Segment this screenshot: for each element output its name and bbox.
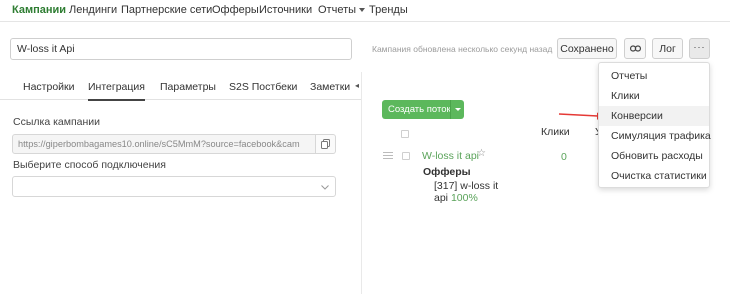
offers-label: Офферы bbox=[423, 166, 471, 178]
offer-name-line1: [317] w-loss it bbox=[434, 180, 499, 192]
offer-share-percent: 100% bbox=[450, 192, 478, 204]
campaign-tabs: Настройки Интеграция Параметры S2S Постб… bbox=[0, 72, 361, 101]
nav-affiliate-networks[interactable]: Партнерские сети bbox=[121, 4, 212, 16]
tab-s2s-postbacks[interactable]: S2S Постбеки bbox=[229, 81, 297, 93]
copy-icon bbox=[321, 139, 330, 149]
nav-landings[interactable]: Лендинги bbox=[69, 4, 117, 16]
menu-item-conversions[interactable]: Конверсии bbox=[599, 106, 709, 126]
nav-reports[interactable]: Отчеты bbox=[318, 4, 366, 16]
nav-sources[interactable]: Источники bbox=[259, 4, 312, 16]
menu-item-update-costs[interactable]: Обновить расходы bbox=[599, 146, 709, 166]
caret-down-icon bbox=[454, 108, 461, 111]
campaign-link-label: Ссылка кампании bbox=[13, 116, 101, 128]
create-flow-button[interactable]: Создать поток bbox=[382, 100, 464, 119]
select-all-checkbox[interactable] bbox=[401, 130, 409, 138]
drag-handle-icon[interactable] bbox=[383, 152, 393, 161]
log-button-label: Лог bbox=[659, 42, 676, 55]
nav-campaigns[interactable]: Кампании bbox=[12, 4, 66, 16]
menu-item-clicks[interactable]: Клики bbox=[599, 86, 709, 106]
chevron-down-icon bbox=[321, 185, 329, 190]
tab-parameters[interactable]: Параметры bbox=[160, 81, 216, 93]
ellipsis-icon: ··· bbox=[693, 41, 706, 52]
chevron-down-icon bbox=[359, 8, 366, 13]
campaign-name-input[interactable] bbox=[10, 38, 352, 60]
link-icon bbox=[629, 45, 641, 52]
link-button[interactable] bbox=[624, 38, 646, 59]
saved-button[interactable]: Сохранено bbox=[557, 38, 617, 59]
star-icon[interactable]: ☆ bbox=[477, 148, 486, 159]
tab-settings[interactable]: Настройки bbox=[23, 81, 75, 93]
menu-item-traffic-simulation[interactable]: Симуляция трафика bbox=[599, 126, 711, 146]
panel-divider bbox=[361, 72, 362, 294]
copy-link-button[interactable] bbox=[316, 134, 336, 154]
offer-entry: api 100% bbox=[434, 192, 478, 204]
connection-method-select[interactable] bbox=[12, 176, 336, 197]
more-button[interactable]: ··· bbox=[689, 38, 710, 59]
create-flow-label: Создать поток bbox=[388, 104, 451, 115]
tabs-scroll-left-icon[interactable]: ◂ bbox=[355, 81, 359, 90]
menu-item-reports[interactable]: Отчеты bbox=[599, 66, 709, 86]
tab-notes[interactable]: Заметки bbox=[310, 81, 350, 93]
log-button[interactable]: Лог bbox=[652, 38, 683, 59]
create-flow-dropdown-toggle[interactable] bbox=[450, 100, 464, 119]
flow-name-link[interactable]: W-loss it api bbox=[422, 150, 479, 162]
flow-clicks-value: 0 bbox=[561, 151, 567, 163]
row-checkbox[interactable] bbox=[402, 152, 410, 160]
column-header-clicks: Клики bbox=[541, 126, 570, 138]
connection-method-label: Выберите способ подключения bbox=[13, 159, 166, 171]
more-actions-menu: Отчеты Клики Конверсии Симуляция трафика… bbox=[598, 62, 711, 188]
top-navigation: Кампании Лендинги Партнерские сети Оффер… bbox=[0, 0, 730, 22]
offer-name-line2: api bbox=[434, 192, 449, 204]
nav-trends[interactable]: Тренды bbox=[369, 4, 408, 16]
menu-item-clear-stats[interactable]: Очистка статистики bbox=[599, 166, 709, 186]
save-status-text: Кампания обновлена несколько секунд наза… bbox=[372, 44, 553, 54]
saved-button-label: Сохранено bbox=[560, 42, 614, 55]
campaign-link-field[interactable]: https://giperbombagames10.online/sC5MmM?… bbox=[12, 134, 316, 154]
nav-reports-label: Отчеты bbox=[318, 4, 357, 16]
nav-offers[interactable]: Офферы bbox=[212, 4, 259, 16]
tab-integration[interactable]: Интеграция bbox=[88, 81, 145, 101]
